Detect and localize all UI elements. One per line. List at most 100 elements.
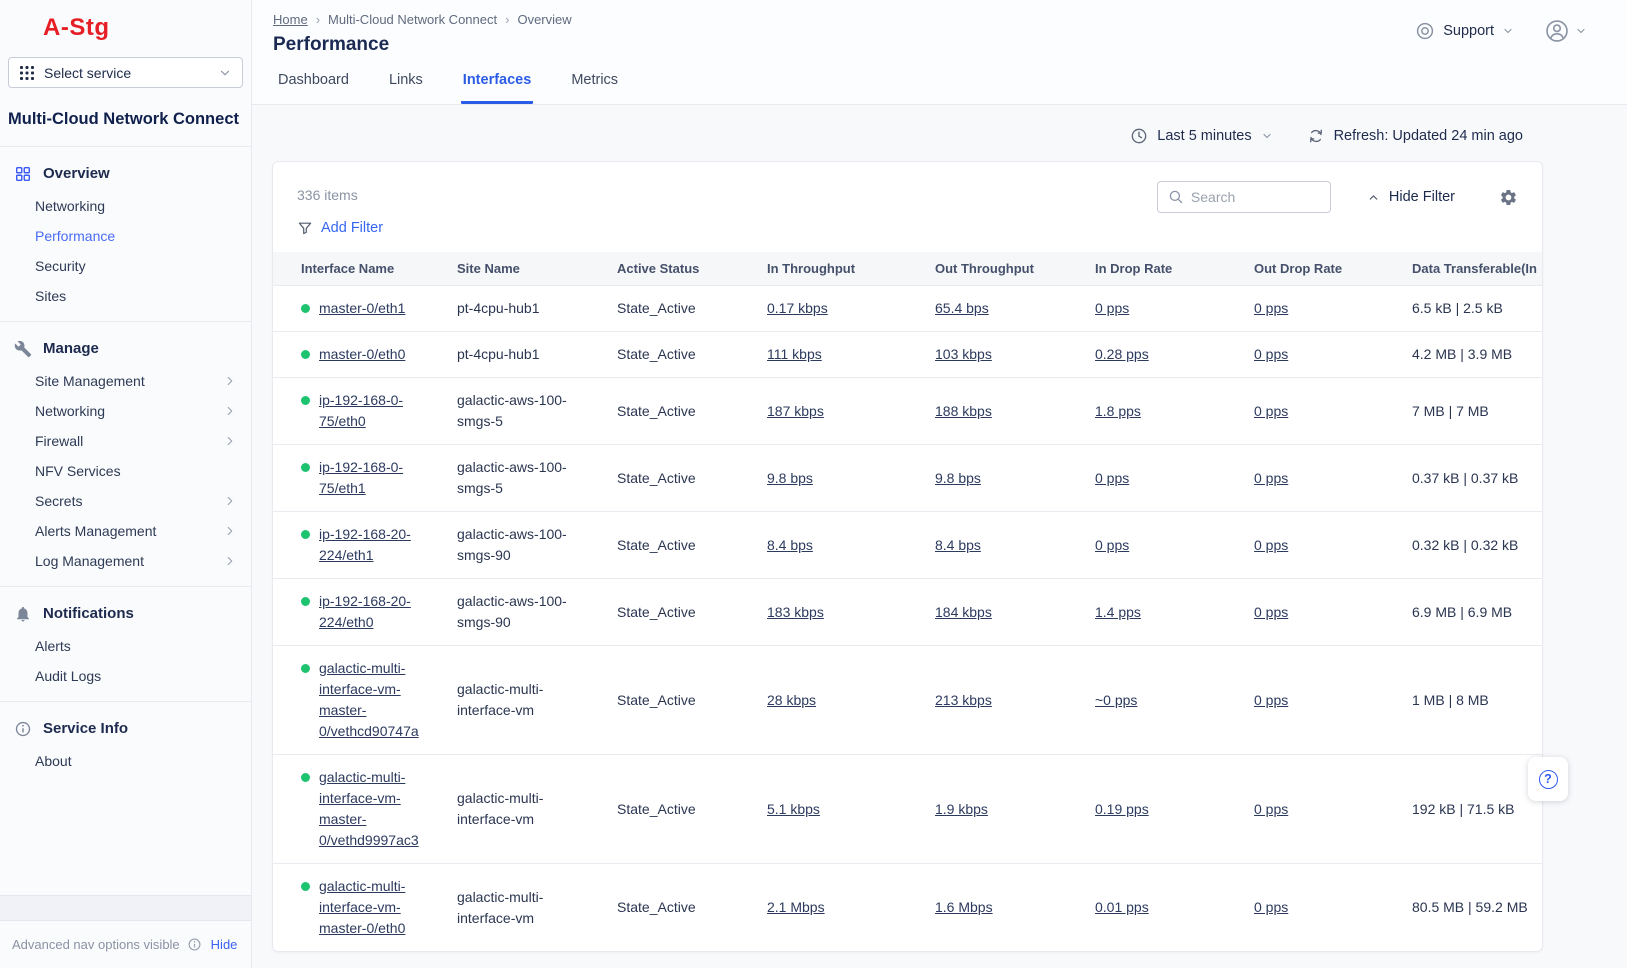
out_throughput-link[interactable]: 8.4 bps: [935, 537, 981, 553]
sidebar-item-networking[interactable]: Networking: [0, 191, 251, 221]
column-header[interactable]: In Drop Rate: [1087, 252, 1246, 286]
breadcrumb-item[interactable]: Home: [273, 12, 308, 27]
sidebar-item-alerts-management[interactable]: Alerts Management: [0, 516, 251, 546]
sidebar-section-overview[interactable]: Overview: [0, 157, 251, 191]
sidebar-item-performance[interactable]: Performance: [0, 221, 251, 251]
out_drop_rate-link[interactable]: 0 pps: [1254, 899, 1288, 915]
in_throughput-link[interactable]: 183 kbps: [767, 604, 824, 620]
nav-section-service-info: Service InfoAbout: [0, 702, 251, 786]
help-button[interactable]: ?: [1528, 757, 1568, 801]
out_drop_rate-link[interactable]: 0 pps: [1254, 692, 1288, 708]
sidebar-item-about[interactable]: About: [0, 746, 251, 776]
search-input[interactable]: [1191, 189, 1320, 205]
support-menu[interactable]: Support: [1415, 21, 1514, 41]
in_throughput-link[interactable]: 0.17 kbps: [767, 300, 828, 316]
table-row: galactic-multi-interface-vm-master-0/vet…: [273, 646, 1542, 755]
tab-dashboard[interactable]: Dashboard: [276, 62, 351, 104]
sidebar-item-networking[interactable]: Networking: [0, 396, 251, 426]
sidebar-item-secrets[interactable]: Secrets: [0, 486, 251, 516]
hide-nav-link[interactable]: Hide: [211, 937, 238, 952]
breadcrumb-item[interactable]: Multi-Cloud Network Connect: [328, 12, 497, 27]
settings-gear-icon[interactable]: [1499, 188, 1518, 207]
in_drop_rate-link[interactable]: 0.01 pps: [1095, 899, 1149, 915]
out_throughput-link[interactable]: 9.8 bps: [935, 470, 981, 486]
interface-link[interactable]: ip-192-168-20-224/eth1: [319, 524, 441, 566]
cell-out_drop_rate: 0 pps: [1246, 512, 1404, 579]
in_throughput-link[interactable]: 8.4 bps: [767, 537, 813, 553]
sidebar-section-notifications[interactable]: Notifications: [0, 597, 251, 631]
apps-grid-icon: [19, 65, 35, 81]
column-header[interactable]: Active Status: [609, 252, 759, 286]
cell-out_throughput: 188 kbps: [927, 378, 1087, 445]
cell-in_throughput: 0.17 kbps: [759, 286, 927, 332]
in_throughput-link[interactable]: 187 kbps: [767, 403, 824, 419]
column-header[interactable]: Site Name: [449, 252, 609, 286]
sidebar-item-audit-logs[interactable]: Audit Logs: [0, 661, 251, 691]
in_drop_rate-link[interactable]: 0 pps: [1095, 537, 1129, 553]
time-range-select[interactable]: Last 5 minutes: [1130, 127, 1272, 145]
sidebar-item-alerts[interactable]: Alerts: [0, 631, 251, 661]
sidebar-item-security[interactable]: Security: [0, 251, 251, 281]
refresh-button[interactable]: Refresh: Updated 24 min ago: [1307, 127, 1523, 145]
brand-logo[interactable]: A-Stg: [0, 0, 251, 42]
out_drop_rate-link[interactable]: 0 pps: [1254, 403, 1288, 419]
out_drop_rate-link[interactable]: 0 pps: [1254, 604, 1288, 620]
sidebar-item-firewall[interactable]: Firewall: [0, 426, 251, 456]
out_throughput-link[interactable]: 184 kbps: [935, 604, 992, 620]
column-header[interactable]: In Throughput: [759, 252, 927, 286]
column-header[interactable]: Data Transferable(In: [1404, 252, 1542, 286]
in_drop_rate-link[interactable]: 0 pps: [1095, 470, 1129, 486]
out_drop_rate-link[interactable]: 0 pps: [1254, 300, 1288, 316]
select-service-dropdown[interactable]: Select service: [8, 57, 243, 88]
out_throughput-link[interactable]: 1.9 kbps: [935, 801, 988, 817]
in_throughput-link[interactable]: 9.8 bps: [767, 470, 813, 486]
column-header[interactable]: Out Throughput: [927, 252, 1087, 286]
hide-filter-button[interactable]: Hide Filter: [1367, 189, 1455, 205]
in_drop_rate-link[interactable]: 1.8 pps: [1095, 403, 1141, 419]
interface-link[interactable]: galactic-multi-interface-vm-master-0/vet…: [319, 658, 441, 742]
in_drop_rate-link[interactable]: 0.19 pps: [1095, 801, 1149, 817]
sidebar-section-manage[interactable]: Manage: [0, 332, 251, 366]
out_drop_rate-link[interactable]: 0 pps: [1254, 801, 1288, 817]
interface-link[interactable]: ip-192-168-0-75/eth0: [319, 390, 441, 432]
out_throughput-link[interactable]: 65.4 bps: [935, 300, 989, 316]
in_throughput-link[interactable]: 2.1 Mbps: [767, 899, 825, 915]
chevron-right-icon: [223, 404, 237, 418]
sidebar-item-site-management[interactable]: Site Management: [0, 366, 251, 396]
interface-link[interactable]: galactic-multi-interface-vm-master-0/vet…: [319, 767, 441, 851]
tab-interfaces[interactable]: Interfaces: [461, 62, 534, 104]
in_drop_rate-link[interactable]: ~0 pps: [1095, 692, 1137, 708]
out_throughput-link[interactable]: 1.6 Mbps: [935, 899, 993, 915]
nav-section-notifications: NotificationsAlertsAudit Logs: [0, 587, 251, 702]
column-header[interactable]: Out Drop Rate: [1246, 252, 1404, 286]
in_throughput-link[interactable]: 5.1 kbps: [767, 801, 820, 817]
interface-link[interactable]: master-0/eth1: [319, 298, 441, 319]
in_drop_rate-link[interactable]: 0.28 pps: [1095, 346, 1149, 362]
sidebar-item-sites[interactable]: Sites: [0, 281, 251, 311]
in_throughput-link[interactable]: 28 kbps: [767, 692, 816, 708]
interface-link[interactable]: master-0/eth0: [319, 344, 441, 365]
interface-link[interactable]: ip-192-168-20-224/eth0: [319, 591, 441, 633]
interface-link[interactable]: ip-192-168-0-75/eth1: [319, 457, 441, 499]
tab-metrics[interactable]: Metrics: [569, 62, 620, 104]
sidebar-item-log-management[interactable]: Log Management: [0, 546, 251, 576]
out_drop_rate-link[interactable]: 0 pps: [1254, 537, 1288, 553]
in_throughput-link[interactable]: 111 kbps: [767, 346, 822, 362]
account-menu[interactable]: [1544, 18, 1587, 44]
out_throughput-link[interactable]: 213 kbps: [935, 692, 992, 708]
out_throughput-link[interactable]: 103 kbps: [935, 346, 992, 362]
column-header[interactable]: Interface Name: [273, 252, 449, 286]
sidebar-item-nfv-services[interactable]: NFV Services: [0, 456, 251, 486]
funnel-icon: [297, 220, 313, 236]
out_drop_rate-link[interactable]: 0 pps: [1254, 346, 1288, 362]
in_drop_rate-link[interactable]: 0 pps: [1095, 300, 1129, 316]
out_drop_rate-link[interactable]: 0 pps: [1254, 470, 1288, 486]
chevron-down-icon: [1502, 25, 1514, 37]
sidebar-section-service-info[interactable]: Service Info: [0, 712, 251, 746]
out_throughput-link[interactable]: 188 kbps: [935, 403, 992, 419]
in_drop_rate-link[interactable]: 1.4 pps: [1095, 604, 1141, 620]
add-filter-button[interactable]: Add Filter: [297, 220, 383, 236]
tab-links[interactable]: Links: [387, 62, 425, 104]
chevron-right-icon: [223, 374, 237, 388]
interface-link[interactable]: galactic-multi-interface-vm-master-0/eth…: [319, 876, 441, 939]
